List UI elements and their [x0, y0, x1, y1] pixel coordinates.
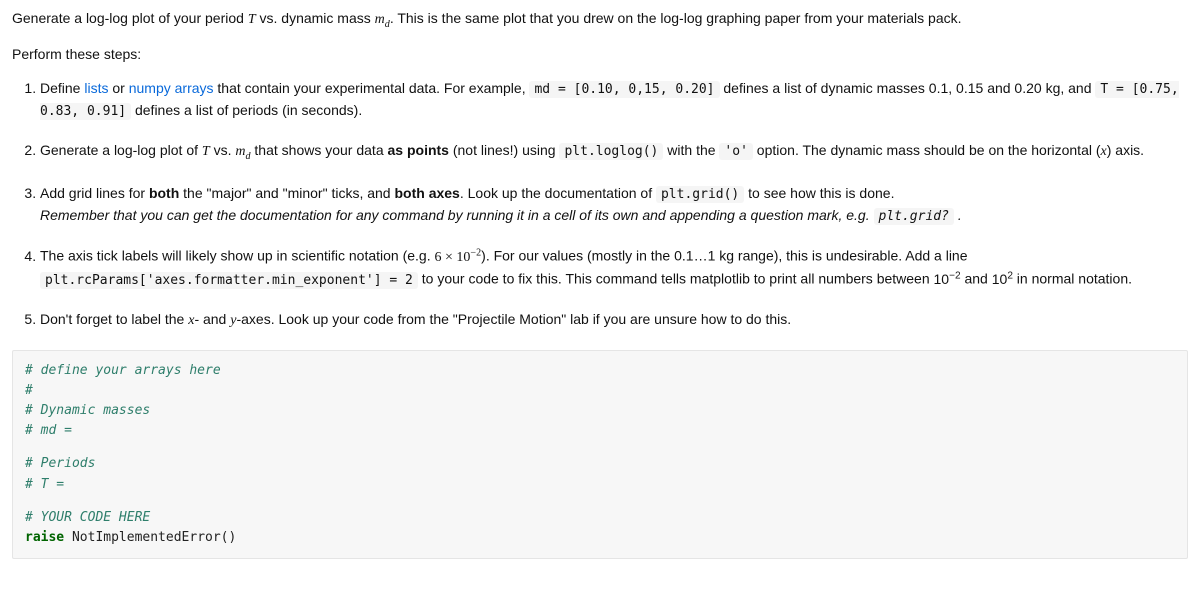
code-keyword-raise: raise — [25, 530, 64, 545]
code-comment: # Dynamic masses — [25, 403, 150, 418]
code-o-option: 'o' — [719, 143, 752, 160]
math-T: T — [248, 12, 256, 27]
code-plt-grid-q: plt.grid? — [874, 208, 954, 225]
bold-as-points: as points — [388, 142, 449, 158]
code-rcparams: plt.rcParams['axes.formatter.min_exponen… — [40, 272, 418, 289]
link-lists[interactable]: lists — [84, 80, 108, 96]
blank-line — [25, 441, 1175, 454]
step-1: Define lists or numpy arrays that contai… — [40, 78, 1188, 122]
code-comment: # define your arrays here — [25, 363, 221, 378]
step-2: Generate a log-log plot of T vs. md that… — [40, 140, 1188, 164]
hint-grid: Remember that you can get the documentat… — [40, 207, 962, 223]
steps-list: Define lists or numpy arrays that contai… — [12, 78, 1188, 332]
math-md: md — [375, 12, 390, 27]
link-numpy-arrays[interactable]: numpy arrays — [129, 80, 214, 96]
intro-line-2: Perform these steps: — [12, 44, 1188, 66]
code-comment: # YOUR CODE HERE — [25, 510, 150, 525]
code-loglog: plt.loglog() — [559, 143, 663, 160]
code-cell[interactable]: # define your arrays here # # Dynamic ma… — [12, 350, 1188, 559]
code-comment: # — [25, 383, 33, 398]
code-comment: # md = — [25, 423, 72, 438]
code-comment: # T = — [25, 477, 64, 492]
step-4: The axis tick labels will likely show up… — [40, 245, 1188, 291]
code-comment: # Periods — [25, 456, 95, 471]
code-md-example: md = [0.10, 0,15, 0.20] — [529, 81, 719, 98]
blank-line — [25, 495, 1175, 508]
step-3: Add grid lines for both the "major" and … — [40, 183, 1188, 227]
intro-line-1: Generate a log-log plot of your period T… — [12, 8, 1188, 32]
code-plt-grid: plt.grid() — [656, 186, 744, 203]
step-5: Don't forget to label the x- and y-axes.… — [40, 309, 1188, 332]
